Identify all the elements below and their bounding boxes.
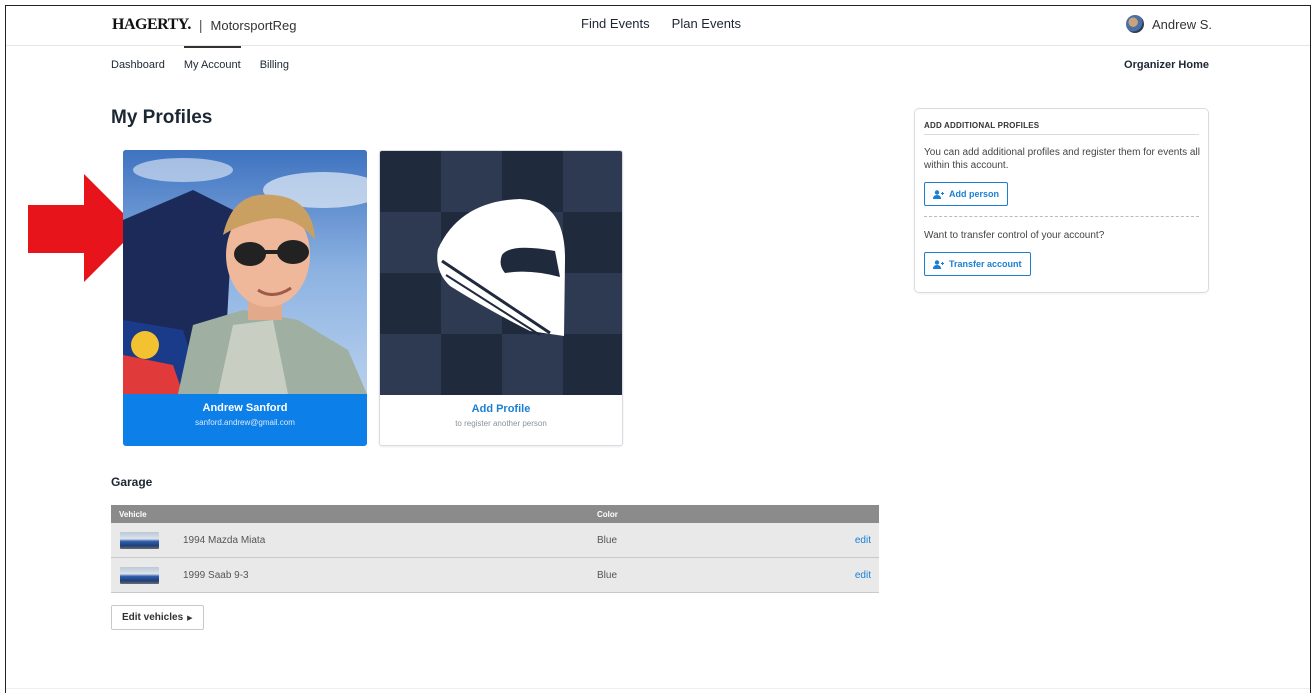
top-bar: HAGERTY. | MotorsportReg Find Events Pla… bbox=[6, 6, 1310, 46]
add-user-icon bbox=[933, 189, 944, 199]
user-menu[interactable]: Andrew S. bbox=[1126, 15, 1212, 33]
vehicle-color: Blue bbox=[597, 570, 618, 581]
table-header: Vehicle Color bbox=[111, 505, 879, 523]
transfer-user-icon bbox=[933, 259, 944, 269]
bottom-edge bbox=[6, 688, 1310, 689]
vehicle-color: Blue bbox=[597, 535, 618, 546]
garage-table: Vehicle Color 1994 Mazda Miata Blue edit… bbox=[111, 505, 879, 593]
caret-right-icon: ▶ bbox=[187, 614, 193, 622]
panel-title: ADD ADDITIONAL PROFILES bbox=[924, 121, 1040, 130]
hagerty-logo: HAGERTY. bbox=[112, 16, 191, 33]
vehicle-thumbnail bbox=[120, 567, 159, 584]
add-profile-label: Add Profile bbox=[471, 403, 531, 415]
profile-card[interactable]: Andrew Sanford sanford.andrew@gmail.com bbox=[123, 150, 367, 446]
garage-title: Garage bbox=[111, 475, 153, 489]
page-title: My Profiles bbox=[111, 107, 213, 128]
organizer-home-link[interactable]: Organizer Home bbox=[1124, 59, 1209, 71]
profile-name: Andrew Sanford bbox=[202, 402, 288, 414]
add-person-label: Add person bbox=[949, 189, 1000, 199]
panel-description: You can add additional profiles and regi… bbox=[924, 147, 1200, 171]
add-profile-image bbox=[380, 151, 622, 395]
profile-caption: Andrew Sanford sanford.andrew@gmail.com bbox=[123, 402, 367, 427]
profile-photo bbox=[123, 150, 367, 394]
add-person-button[interactable]: Add person bbox=[924, 182, 1009, 206]
dashed-divider bbox=[924, 216, 1199, 217]
subnav-billing[interactable]: Billing bbox=[260, 59, 289, 71]
add-profile-card[interactable]: Add Profile to register another person bbox=[379, 150, 623, 446]
vehicle-thumbnail bbox=[120, 532, 159, 549]
edit-vehicle-link[interactable]: edit bbox=[855, 535, 871, 546]
transfer-account-button[interactable]: Transfer account bbox=[924, 252, 1031, 276]
edit-vehicles-label: Edit vehicles bbox=[122, 612, 184, 623]
profile-email: sanford.andrew@gmail.com bbox=[195, 418, 295, 427]
avatar bbox=[1126, 15, 1145, 33]
transfer-account-label: Transfer account bbox=[949, 259, 1022, 269]
user-name: Andrew S. bbox=[1152, 16, 1212, 32]
brand[interactable]: HAGERTY. | MotorsportReg bbox=[112, 16, 297, 34]
edit-vehicles-button[interactable]: Edit vehicles ▶ bbox=[111, 605, 204, 630]
vehicle-name: 1999 Saab 9-3 bbox=[183, 570, 249, 581]
helmet-icon bbox=[437, 199, 566, 336]
top-nav: Find Events Plan Events bbox=[581, 16, 741, 31]
nav-plan-events[interactable]: Plan Events bbox=[672, 16, 741, 31]
column-vehicle: Vehicle bbox=[119, 510, 147, 519]
subnav-my-account[interactable]: My Account bbox=[183, 46, 241, 71]
product-name: MotorsportReg bbox=[210, 17, 297, 33]
table-row: 1994 Mazda Miata Blue edit bbox=[111, 523, 879, 558]
add-profile-sub: to register another person bbox=[455, 419, 547, 428]
brand-separator: | bbox=[198, 17, 203, 33]
additional-profiles-panel: ADD ADDITIONAL PROFILES You can add addi… bbox=[914, 108, 1209, 293]
edit-vehicle-link[interactable]: edit bbox=[855, 570, 871, 581]
add-profile-caption: Add Profile to register another person bbox=[380, 403, 622, 428]
column-color: Color bbox=[597, 510, 618, 519]
subnav-dashboard[interactable]: Dashboard bbox=[111, 59, 165, 71]
table-row: 1999 Saab 9-3 Blue edit bbox=[111, 558, 879, 593]
account-subnav: Dashboard My Account Billing bbox=[111, 46, 289, 71]
vehicle-name: 1994 Mazda Miata bbox=[183, 535, 266, 546]
divider bbox=[924, 134, 1199, 135]
nav-find-events[interactable]: Find Events bbox=[581, 16, 650, 31]
transfer-prompt: Want to transfer control of your account… bbox=[924, 230, 1105, 241]
